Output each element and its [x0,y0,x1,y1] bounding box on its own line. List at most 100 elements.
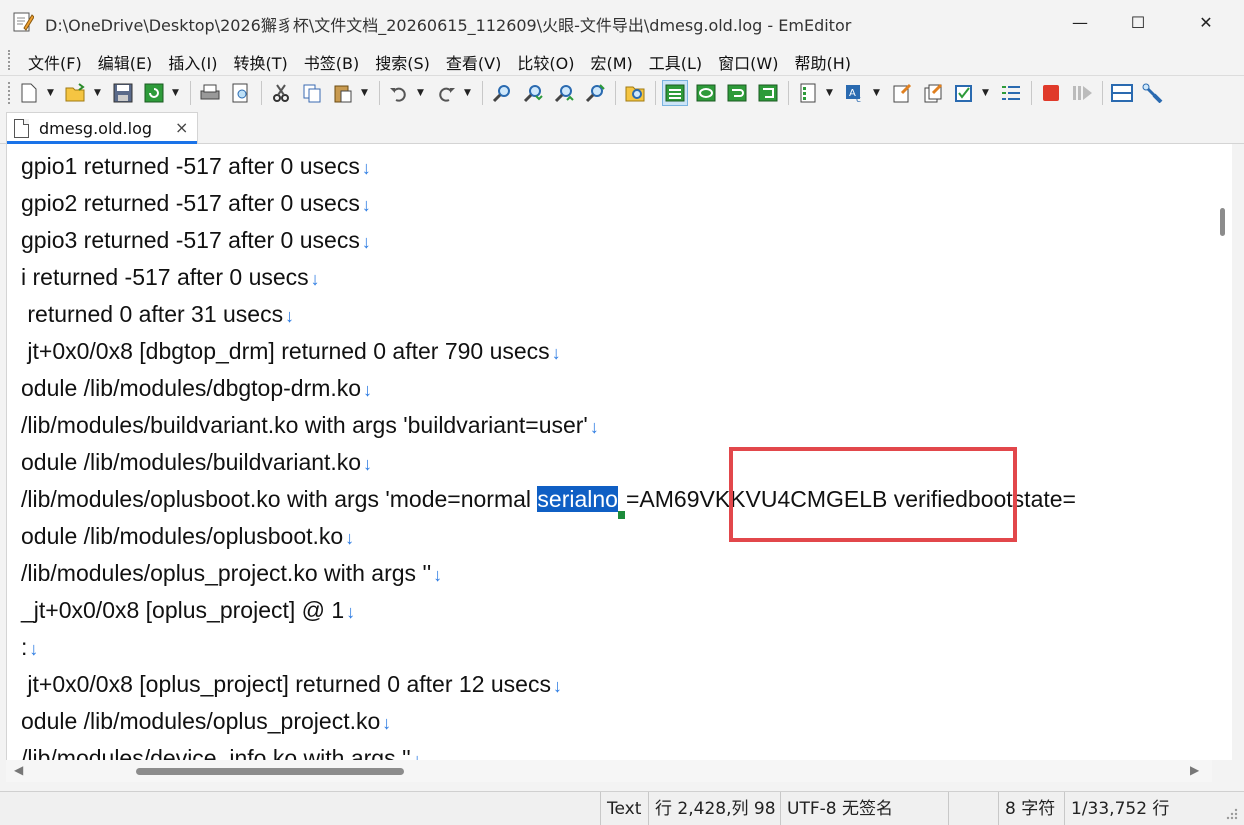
tab-dmesg-old-log[interactable]: dmesg.old.log × [6,112,198,144]
menu-convert[interactable]: 转换(T) [226,50,296,74]
horizontal-scrollbar[interactable]: ◀ ▶ [6,760,1212,782]
paste-button[interactable] [330,80,356,106]
menu-window[interactable]: 窗口(W) [710,50,786,74]
tab-bar: dmesg.old.log × [0,110,1244,144]
cut-icon [273,84,289,102]
text-line[interactable]: i returned -517 after 0 usecs ↓ [21,259,1076,296]
copy-icon [303,84,321,103]
menu-bookmarks[interactable]: 书签(B) [296,50,367,74]
vertical-scrollbar[interactable] [1212,144,1232,760]
text-line[interactable]: /lib/modules/oplus_project.ko with args … [21,555,1076,592]
close-window-button[interactable]: ✕ [1176,0,1236,44]
eol-icon: ↓ [346,602,356,622]
vertical-scroll-thumb[interactable] [1220,208,1225,236]
clipboard-history-button[interactable] [920,80,946,106]
menu-view[interactable]: 查看(V) [438,50,509,74]
open-icon [65,83,85,102]
eol-icon: ↓ [361,195,371,215]
text-line[interactable]: odule /lib/modules/dbgtop-drm.ko ↓ [21,370,1076,407]
undo-button[interactable] [386,80,412,106]
menu-tools[interactable]: 工具(L) [641,50,710,74]
scroll-right-arrow-icon[interactable]: ▶ [1190,763,1199,777]
copy-button[interactable] [299,80,325,106]
menu-search[interactable]: 搜索(S) [367,50,438,74]
new-button[interactable] [16,80,42,106]
outline-icon [893,83,912,103]
menu-insert[interactable]: 插入(I) [160,50,225,74]
menu-grip[interactable] [8,50,12,70]
menu-compare[interactable]: 比较(O) [509,50,582,74]
text-line[interactable]: /lib/modules/buildvariant.ko with args '… [21,407,1076,444]
open-dropdown[interactable]: ▼ [94,88,104,98]
find-button[interactable] [489,80,515,106]
text-line[interactable]: returned 0 after 31 usecs ↓ [21,296,1076,333]
eol-icon: ↓ [345,528,355,548]
reload-button[interactable] [141,80,167,106]
minimize-button[interactable]: — [1050,0,1110,44]
reload-dropdown[interactable]: ▼ [172,88,182,98]
customize-tools-button[interactable] [1140,80,1166,106]
save-icon [113,83,133,103]
maximize-button[interactable]: ☐ [1108,0,1168,44]
open-button[interactable] [63,80,89,106]
resize-grip-icon[interactable] [1224,806,1238,820]
text-line[interactable]: gpio3 returned -517 after 0 usecs ↓ [21,222,1076,259]
wrap-page-button[interactable] [724,80,750,106]
text-line[interactable]: : ↓ [21,629,1076,666]
scroll-left-arrow-icon[interactable]: ◀ [14,763,23,777]
toolbar-separator [261,81,262,105]
redo-dropdown[interactable]: ▼ [464,88,474,98]
document-icon [14,119,29,138]
wrap-none-button[interactable] [662,80,688,106]
horizontal-scroll-thumb[interactable] [136,768,404,775]
encoding-button[interactable]: Ac [842,80,868,106]
menu-help[interactable]: 帮助(H) [786,50,859,74]
checkbox-button[interactable] [951,80,977,106]
print-button[interactable] [197,80,223,106]
find-prev-button[interactable] [551,80,577,106]
status-empty [948,792,998,825]
toolbar-grip[interactable] [8,82,12,104]
paste-dropdown[interactable]: ▼ [361,88,371,98]
encoding-dropdown[interactable]: ▼ [873,88,883,98]
checkbox-dropdown[interactable]: ▼ [982,88,992,98]
replace-button[interactable] [582,80,608,106]
text-line[interactable]: gpio2 returned -517 after 0 usecs ↓ [21,185,1076,222]
stop-recording-button[interactable] [1038,80,1064,106]
print-preview-button[interactable] [228,80,254,106]
paste-icon [334,85,352,103]
status-mode[interactable]: Text [600,792,641,825]
properties-button[interactable] [795,80,821,106]
find-next-button[interactable] [520,80,546,106]
new-dropdown[interactable]: ▼ [47,88,57,98]
wrap-char-button[interactable] [755,80,781,106]
selected-text[interactable]: serialno [537,486,618,512]
split-window-button[interactable] [1109,80,1135,106]
save-button[interactable] [110,80,136,106]
undo-dropdown[interactable]: ▼ [417,88,427,98]
text-line[interactable]: odule /lib/modules/oplus_project.ko ↓ [21,703,1076,740]
run-macro-button[interactable] [1069,80,1095,106]
wrap-window-button[interactable] [693,80,719,106]
text-editor[interactable]: gpio1 returned -517 after 0 usecs ↓ gpio2… [6,144,1212,760]
status-position[interactable]: 行 2,428,列 98 [648,792,776,825]
text-line[interactable]: jt+0x0/0x8 [oplus_project] returned 0 af… [21,666,1076,703]
menu-edit[interactable]: 编辑(E) [90,50,161,74]
text-line[interactable]: jt+0x0/0x8 [dbgtop_drm] returned 0 after… [21,333,1076,370]
eol-icon: ↓ [412,750,422,760]
status-encoding[interactable]: UTF-8 无签名 [780,792,893,825]
list-button[interactable] [998,80,1024,106]
cut-button[interactable] [268,80,294,106]
checkbox-icon [955,85,972,102]
tab-close-icon[interactable]: × [175,118,188,137]
properties-dropdown[interactable]: ▼ [826,88,836,98]
text-line[interactable]: _jt+0x0/0x8 [oplus_project] @ 1 ↓ [21,592,1076,629]
text-line[interactable]: /lib/modules/device_info.ko with args ''… [21,740,1076,760]
reload-icon [144,83,164,103]
find-in-files-button[interactable] [622,80,648,106]
menu-file[interactable]: 文件(F) [20,50,90,74]
menu-macros[interactable]: 宏(M) [582,50,640,74]
outline-button[interactable] [889,80,915,106]
redo-button[interactable] [433,80,459,106]
text-line[interactable]: gpio1 returned -517 after 0 usecs ↓ [21,148,1076,185]
